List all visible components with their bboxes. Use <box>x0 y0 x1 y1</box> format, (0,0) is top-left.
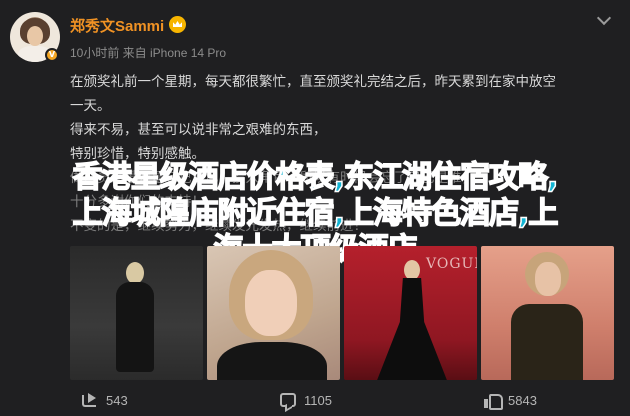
share-button[interactable]: 543 <box>82 386 128 414</box>
post-meta: 10小时前 来自 iPhone 14 Pro <box>70 46 227 60</box>
comment-button[interactable]: 1105 <box>280 386 332 414</box>
crown-icon <box>169 16 186 33</box>
photo-grid: VOGUE <box>70 246 618 380</box>
overlay-line: 上海城隍庙附近住宿,上海特色酒店,上 <box>72 195 559 232</box>
photo-thumbnail[interactable] <box>481 246 614 380</box>
like-button[interactable]: 5843 <box>484 386 537 414</box>
content-line: 在颁奖礼前一个星期，每天都很繁忙，直至颁奖礼完结之后，昨天累到在家中放空 <box>70 74 556 89</box>
content-line: 一天。 <box>70 98 111 113</box>
content-line: 得来不易，甚至可以说非常之艰难的东西， <box>70 122 327 137</box>
share-icon <box>82 393 98 407</box>
photo-thumbnail[interactable] <box>70 246 203 380</box>
photo-thumbnail[interactable]: VOGUE <box>344 246 477 380</box>
author-name[interactable]: 郑秀文Sammi <box>70 15 164 36</box>
overlay-line: 香港星级酒店价格表,东江湖住宿攻略, <box>72 159 559 196</box>
comment-icon <box>280 393 296 407</box>
weibo-post: V 郑秀文Sammi 10小时前 来自 iPhone 14 Pro 在颁奖礼前一… <box>0 0 630 416</box>
photo-thumbnail[interactable] <box>207 246 340 380</box>
chevron-down-icon[interactable] <box>596 12 610 26</box>
share-count: 543 <box>106 392 128 408</box>
like-count: 5843 <box>508 392 537 408</box>
verified-badge-icon: V <box>45 48 59 62</box>
action-bar: 543 1105 5843 <box>0 386 630 414</box>
like-icon <box>484 393 503 410</box>
vogue-logo: VOGUE <box>426 256 477 272</box>
comment-count: 1105 <box>304 392 332 408</box>
